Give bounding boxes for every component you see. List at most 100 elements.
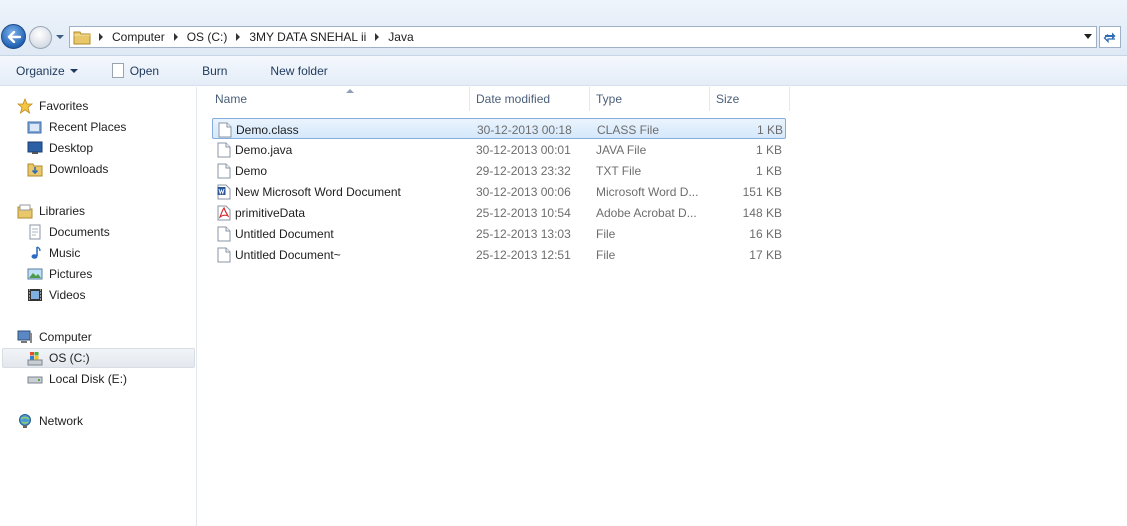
open-label: Open bbox=[129, 63, 160, 78]
file-row-demo[interactable]: Demo 29-12-2013 23:32 TXT File 1 KB bbox=[212, 160, 786, 181]
recent-places-icon bbox=[27, 119, 43, 135]
nav-favorites[interactable]: Favorites bbox=[17, 96, 88, 116]
nav-desktop[interactable]: Desktop bbox=[27, 138, 93, 158]
nav-os-c[interactable]: OS (C:) bbox=[27, 348, 90, 368]
breadcrumb-separator-icon[interactable] bbox=[236, 33, 241, 41]
nav-favorites-label: Favorites bbox=[39, 99, 89, 113]
file-name-cell: Demo bbox=[217, 160, 267, 181]
refresh-button[interactable] bbox=[1099, 26, 1121, 48]
address-bar[interactable]: Computer OS (C:) 3MY DATA SNEHAL ii Java bbox=[69, 26, 1097, 48]
open-button[interactable]: Open bbox=[104, 60, 167, 82]
column-size-label: Size bbox=[716, 92, 740, 106]
nav-local-disk-e-label: Local Disk (E:) bbox=[49, 372, 128, 386]
file-name: Demo.java bbox=[235, 142, 293, 157]
file-type: File bbox=[596, 247, 616, 262]
file-row-primitive-data[interactable]: primitiveData 25-12-2013 10:54 Adobe Acr… bbox=[212, 202, 786, 223]
nav-os-c-label: OS (C:) bbox=[49, 351, 90, 365]
chevron-down-icon bbox=[69, 68, 78, 73]
blank-file-icon bbox=[217, 226, 231, 241]
star-icon bbox=[17, 98, 33, 114]
file-row-untitled-document[interactable]: Untitled Document 25-12-2013 13:03 File … bbox=[212, 223, 786, 244]
nav-libraries[interactable]: Libraries bbox=[17, 201, 85, 221]
hard-drive-icon bbox=[27, 371, 43, 387]
navigation-pane: Favorites Recent Places Desktop Download… bbox=[0, 87, 197, 526]
file-name-cell: primitiveData bbox=[217, 202, 305, 223]
nav-pictures-label: Pictures bbox=[49, 267, 93, 281]
new-folder-button[interactable]: New folder bbox=[262, 60, 335, 82]
column-header-date-modified[interactable]: Date modified bbox=[470, 87, 590, 111]
nav-videos-label: Videos bbox=[49, 288, 86, 302]
breadcrumb-java[interactable]: Java bbox=[388, 30, 413, 44]
computer-icon bbox=[17, 329, 33, 345]
file-name-cell: New Microsoft Word Document bbox=[217, 181, 401, 202]
documents-icon bbox=[27, 224, 43, 240]
file-date: 30-12-2013 00:18 bbox=[477, 122, 572, 137]
windows-drive-icon bbox=[27, 350, 43, 366]
file-size: 16 KB bbox=[749, 226, 782, 241]
file-name-cell: Demo.class bbox=[218, 119, 299, 140]
burn-button[interactable]: Burn bbox=[194, 60, 235, 82]
breadcrumb-my-data[interactable]: 3MY DATA SNEHAL ii bbox=[249, 30, 366, 44]
nav-music[interactable]: Music bbox=[27, 243, 80, 263]
forward-button[interactable] bbox=[29, 26, 52, 49]
nav-documents[interactable]: Documents bbox=[27, 222, 110, 242]
nav-local-disk-e[interactable]: Local Disk (E:) bbox=[27, 369, 127, 389]
sort-ascending-icon bbox=[346, 89, 354, 93]
file-name: primitiveData bbox=[235, 205, 306, 220]
file-name: Demo bbox=[235, 163, 268, 178]
file-size: 1 KB bbox=[756, 122, 783, 137]
burn-label: Burn bbox=[202, 63, 228, 78]
nav-videos[interactable]: Videos bbox=[27, 285, 85, 305]
back-button[interactable] bbox=[1, 24, 26, 49]
file-row-new-word-document[interactable]: New Microsoft Word Document 30-12-2013 0… bbox=[212, 181, 786, 202]
nav-downloads[interactable]: Downloads bbox=[27, 159, 108, 179]
nav-desktop-label: Desktop bbox=[49, 141, 94, 155]
downloads-folder-icon bbox=[27, 161, 43, 177]
file-name: New Microsoft Word Document bbox=[235, 184, 401, 199]
column-header-size[interactable]: Size bbox=[710, 87, 790, 111]
file-list: Name Date modified Type Size Demo.class … bbox=[198, 87, 1127, 526]
breadcrumb-os-c[interactable]: OS (C:) bbox=[187, 30, 228, 44]
music-note-icon bbox=[27, 245, 43, 261]
breadcrumb-separator-icon[interactable] bbox=[375, 33, 380, 41]
desktop-icon bbox=[27, 140, 43, 156]
file-row-demo-class[interactable]: Demo.class 30-12-2013 00:18 CLASS File 1… bbox=[212, 118, 786, 139]
organize-label: Organize bbox=[16, 63, 65, 78]
word-document-icon bbox=[217, 184, 231, 199]
organize-button[interactable]: Organize bbox=[8, 60, 86, 82]
breadcrumb-separator-icon[interactable] bbox=[99, 33, 103, 41]
folder-icon bbox=[73, 31, 91, 45]
file-type: Microsoft Word D... bbox=[596, 184, 699, 199]
blank-file-icon bbox=[218, 122, 232, 137]
breadcrumb-separator-icon[interactable] bbox=[173, 33, 178, 41]
new-folder-label: New folder bbox=[270, 63, 328, 78]
file-date: 30-12-2013 00:01 bbox=[476, 142, 571, 157]
file-row-untitled-document-backup[interactable]: Untitled Document~ 25-12-2013 12:51 File… bbox=[212, 244, 786, 265]
document-icon bbox=[111, 63, 124, 78]
column-name-label: Name bbox=[215, 92, 248, 106]
film-strip-icon bbox=[27, 287, 43, 303]
file-type: File bbox=[596, 226, 616, 241]
address-history-dropdown-icon[interactable] bbox=[1084, 34, 1092, 39]
file-name-cell: Untitled Document bbox=[217, 223, 334, 244]
file-date: 25-12-2013 13:03 bbox=[476, 226, 571, 241]
file-type: CLASS File bbox=[597, 122, 660, 137]
nav-network[interactable]: Network bbox=[17, 411, 83, 431]
breadcrumb-computer[interactable]: Computer bbox=[112, 30, 165, 44]
file-name: Untitled Document bbox=[235, 226, 334, 241]
column-header-name[interactable]: Name bbox=[209, 87, 470, 111]
nav-computer[interactable]: Computer bbox=[17, 327, 92, 347]
nav-pictures[interactable]: Pictures bbox=[27, 264, 92, 284]
file-row-demo-java[interactable]: Demo.java 30-12-2013 00:01 JAVA File 1 K… bbox=[212, 139, 786, 160]
address-area: Computer OS (C:) 3MY DATA SNEHAL ii Java bbox=[0, 0, 1127, 56]
recent-pages-dropdown-icon[interactable] bbox=[55, 33, 65, 41]
column-type-label: Type bbox=[596, 92, 623, 106]
nav-downloads-label: Downloads bbox=[49, 162, 109, 176]
file-date: 25-12-2013 10:54 bbox=[476, 205, 571, 220]
column-header-type[interactable]: Type bbox=[590, 87, 710, 111]
breadcrumb: Computer OS (C:) 3MY DATA SNEHAL ii Java bbox=[95, 30, 414, 44]
file-type: JAVA File bbox=[596, 142, 647, 157]
file-type: TXT File bbox=[596, 163, 642, 178]
nav-documents-label: Documents bbox=[49, 225, 110, 239]
nav-recent-places[interactable]: Recent Places bbox=[27, 117, 126, 137]
